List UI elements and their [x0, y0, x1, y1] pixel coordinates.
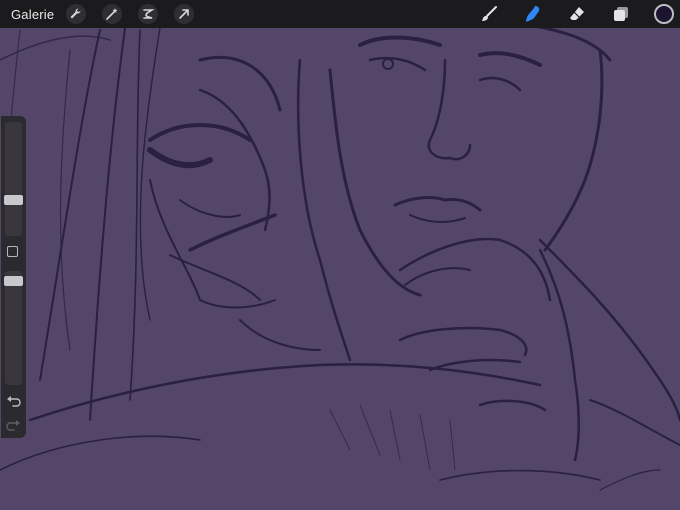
wrench-icon	[70, 8, 81, 19]
gallery-button[interactable]: Galerie	[11, 7, 54, 22]
smudge-icon	[526, 6, 540, 22]
brush-size-thumb[interactable]	[4, 195, 23, 205]
color-picker-button[interactable]	[654, 4, 674, 24]
modify-button[interactable]	[7, 246, 18, 257]
top-toolbar: Galerie	[0, 0, 680, 28]
side-toolbar	[1, 116, 26, 438]
selection-button[interactable]	[138, 4, 159, 24]
magic-wand-icon	[106, 8, 118, 20]
brush-icon	[482, 6, 497, 21]
eraser-icon	[570, 7, 584, 20]
eraser-button[interactable]	[566, 3, 588, 25]
smudge-button[interactable]	[522, 3, 544, 25]
tool-group	[478, 0, 680, 28]
adjustments-button[interactable]	[102, 4, 123, 24]
transform-button[interactable]	[174, 4, 195, 24]
layers-icon	[614, 7, 628, 21]
layers-button[interactable]	[610, 3, 632, 25]
drawing-canvas[interactable]	[0, 0, 680, 510]
opacity-thumb[interactable]	[4, 276, 23, 286]
brush-size-slider[interactable]	[4, 122, 23, 236]
transform-arrow-icon	[179, 9, 190, 19]
redo-icon[interactable]	[6, 418, 21, 431]
opacity-slider[interactable]	[4, 271, 23, 385]
undo-icon[interactable]	[6, 394, 21, 407]
paint-button[interactable]	[478, 3, 500, 25]
actions-button[interactable]	[66, 4, 87, 24]
selection-icon	[143, 9, 155, 19]
